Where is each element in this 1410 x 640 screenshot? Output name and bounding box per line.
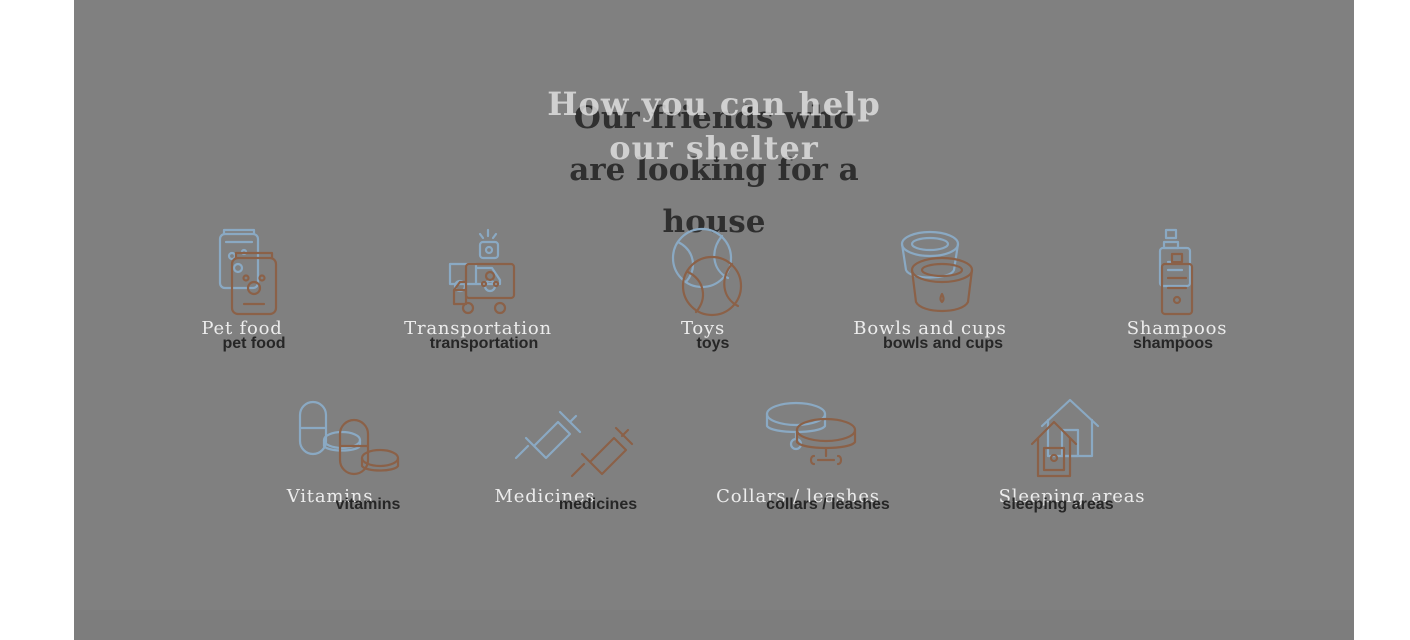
pet-food-icon bbox=[218, 228, 284, 318]
tennis-ball-icon bbox=[671, 227, 746, 320]
next-section-edge bbox=[74, 610, 1354, 640]
bowl-icon bbox=[900, 230, 980, 318]
section-title-front: How you can help our shelter bbox=[547, 85, 881, 167]
help-item-caption: collars / leashes bbox=[766, 496, 890, 513]
vitamins-pills-icon bbox=[298, 400, 402, 478]
help-item-caption: vitamins bbox=[335, 496, 401, 513]
syringe-icon bbox=[514, 398, 634, 480]
shampoo-bottle-icon bbox=[1158, 228, 1198, 318]
pet-house-icon bbox=[1030, 398, 1102, 478]
help-item-caption: toys bbox=[696, 335, 730, 352]
collar-icon bbox=[765, 400, 862, 476]
help-item-caption: bowls and cups bbox=[882, 335, 1004, 352]
help-item-caption: shampoos bbox=[1132, 335, 1214, 352]
transport-truck-icon bbox=[446, 228, 518, 318]
help-item-caption: pet food bbox=[222, 335, 286, 352]
help-item-caption: medicines bbox=[558, 496, 638, 513]
help-item-caption: transportation bbox=[429, 335, 539, 352]
help-item-caption: sleeping areas bbox=[1002, 496, 1114, 513]
help-section: Our friends who are looking for a house … bbox=[74, 0, 1354, 640]
